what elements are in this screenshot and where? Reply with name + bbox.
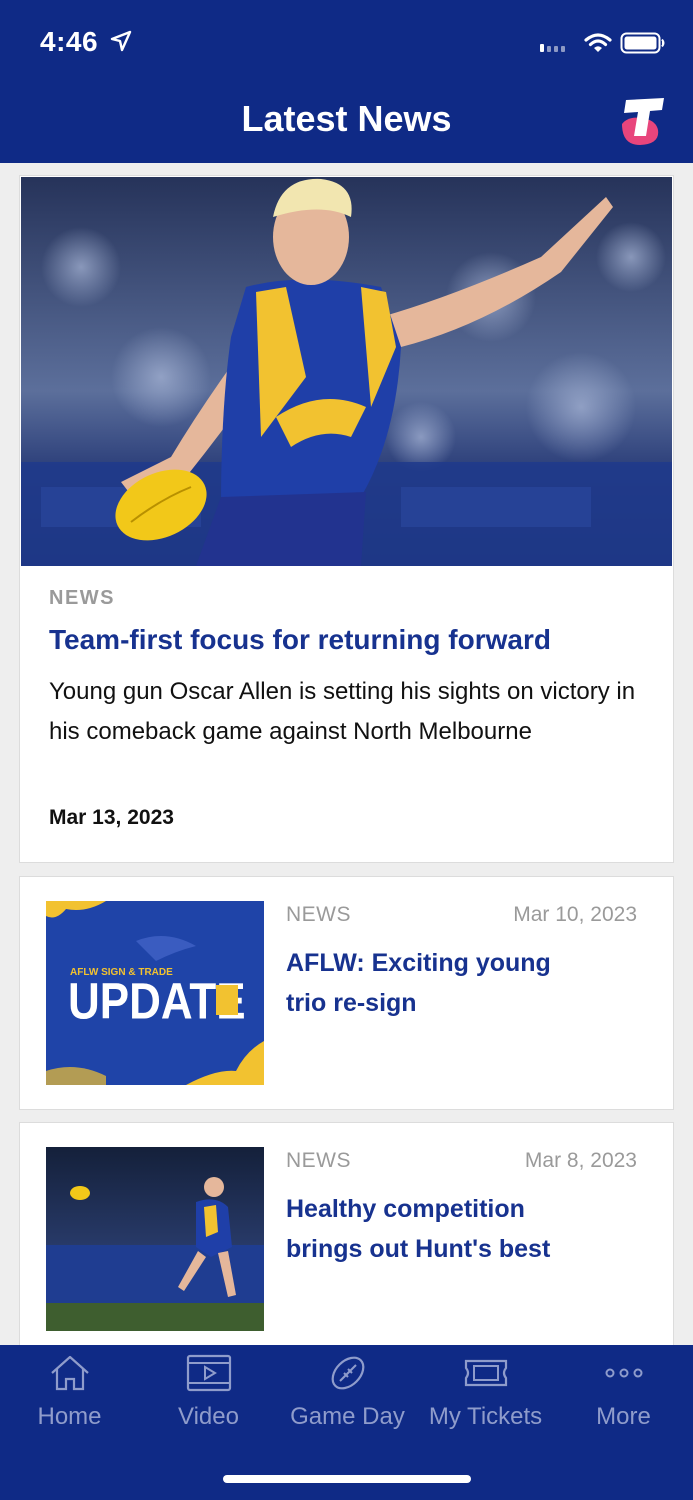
article-thumbnail — [46, 1147, 264, 1331]
hero-title[interactable]: Team-first focus for returning forward — [49, 624, 649, 656]
article-date: Mar 10, 2023 — [513, 903, 637, 926]
tab-more-label: More — [596, 1403, 651, 1430]
home-icon — [50, 1355, 89, 1391]
tab-more[interactable]: More — [554, 1345, 693, 1445]
article-kicker: NEWS — [286, 903, 351, 926]
home-indicator[interactable] — [223, 1475, 471, 1483]
tab-my-tickets-label: My Tickets — [428, 1403, 543, 1430]
tab-video-label: Video — [178, 1403, 239, 1430]
battery-icon — [620, 32, 665, 54]
location-arrow-icon — [110, 30, 132, 52]
hero-summary: Young gun Oscar Allen is setting his sig… — [49, 678, 636, 745]
cellular-signal-icon — [540, 44, 565, 52]
hero-article-image — [21, 177, 672, 566]
tab-home-label: Home — [37, 1403, 102, 1430]
article-date: Mar 8, 2023 — [524, 1149, 637, 1172]
hero-article-card[interactable]: NEWS Team-first focus for returning forw… — [19, 175, 674, 863]
video-icon — [186, 1354, 231, 1392]
tab-home[interactable]: Home — [0, 1345, 139, 1445]
more-icon — [605, 1368, 642, 1378]
article-thumbnail: AFLW SIGN & TRADE UPDATE — [46, 901, 264, 1085]
status-time: 4:46 — [40, 26, 99, 57]
tab-my-tickets[interactable]: My Tickets — [416, 1345, 555, 1445]
list-item[interactable]: AFLW SIGN & TRADE UPDATE NEWS Mar 10, 20… — [19, 876, 674, 1110]
article-title[interactable]: Healthy competition brings out Hunt's be… — [286, 1189, 586, 1269]
telstra-logo-icon[interactable] — [618, 96, 666, 146]
article-kicker: NEWS — [286, 1149, 351, 1172]
article-title[interactable]: AFLW: Exciting young trio re-sign — [286, 943, 586, 1023]
ticket-icon — [464, 1359, 507, 1387]
tab-video[interactable]: Video — [139, 1345, 278, 1445]
app-header: 4:46 Latest News — [0, 0, 693, 163]
tab-game-day-label: Game Day — [290, 1403, 405, 1430]
page-title: Latest News — [241, 98, 452, 139]
hero-date: Mar 13, 2023 — [49, 806, 174, 829]
tab-game-day[interactable]: Game Day — [278, 1345, 417, 1445]
wifi-icon — [584, 33, 612, 52]
hero-kicker: NEWS — [49, 587, 115, 609]
list-item[interactable]: NEWS Mar 8, 2023 Healthy competition bri… — [19, 1122, 674, 1362]
football-icon — [331, 1356, 364, 1390]
